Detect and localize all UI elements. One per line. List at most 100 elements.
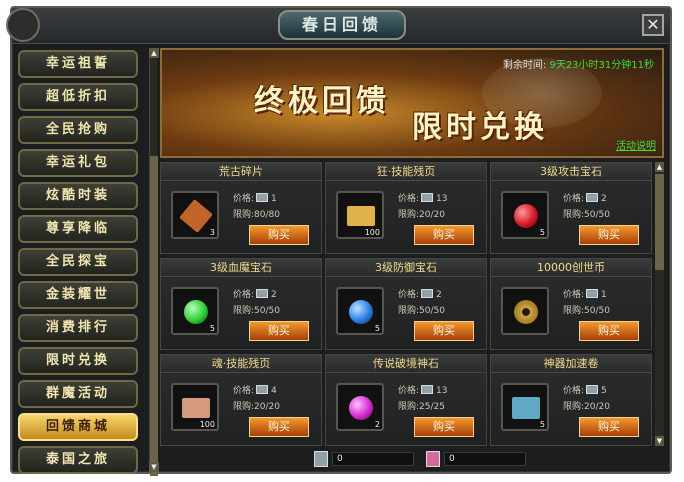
buy-button[interactable]: 购买 xyxy=(579,417,639,437)
ticket-icon xyxy=(421,193,434,202)
limit-label: 限购: xyxy=(563,210,585,220)
coin-icon xyxy=(514,300,538,324)
item-limit: 限购:25/25 xyxy=(398,399,445,412)
limit-value: 20/20 xyxy=(254,402,280,412)
item-slot[interactable] xyxy=(501,287,549,335)
buy-button[interactable]: 购买 xyxy=(249,321,309,341)
green-gem-icon xyxy=(184,300,208,324)
item-slot[interactable]: 5 xyxy=(336,287,384,335)
limit-value: 20/20 xyxy=(584,402,610,412)
sidebar-item-fashion[interactable]: 炫酷时装 xyxy=(18,182,138,210)
limit-value: 50/50 xyxy=(584,210,610,220)
scroll-up-arrow-icon[interactable]: ▲ xyxy=(655,162,664,172)
sidebar-item-thailand-trip[interactable]: 泰国之旅 xyxy=(18,446,138,474)
price-value: 2 xyxy=(436,290,442,300)
artifact-scroll-icon xyxy=(512,397,540,419)
shop-item-card: 传说破境神石 2 价格: 13 限购:25/25 购买 xyxy=(325,354,487,446)
sidebar-item-demon-event[interactable]: 群魔活动 xyxy=(18,380,138,408)
ticket-icon xyxy=(256,385,269,394)
limit-label: 限购: xyxy=(398,402,420,412)
shop-scrollbar[interactable]: ▲ ▼ xyxy=(655,162,664,446)
sidebar-item-lucky-oath[interactable]: 幸运祖誓 xyxy=(18,50,138,78)
price-value: 4 xyxy=(271,386,277,396)
sidebar-item-flash-sale[interactable]: 全民抢购 xyxy=(18,116,138,144)
item-price: 价格: 2 xyxy=(563,191,607,204)
ticket-icon xyxy=(586,385,599,394)
item-limit: 限购:50/50 xyxy=(563,207,610,220)
item-count: 3 xyxy=(209,228,215,237)
event-rules-link[interactable]: 活动说明 xyxy=(616,137,656,152)
limit-label: 限购: xyxy=(398,210,420,220)
item-slot[interactable]: 5 xyxy=(501,383,549,431)
close-button[interactable]: ✕ xyxy=(642,14,664,36)
buy-button[interactable]: 购买 xyxy=(414,417,474,437)
item-name: 荒古碎片 xyxy=(161,163,321,181)
item-limit: 限购:50/50 xyxy=(563,303,610,316)
price-label: 价格: xyxy=(233,290,255,300)
item-slot[interactable]: 2 xyxy=(336,383,384,431)
pink-ticket-icon xyxy=(426,451,440,467)
sidebar-scroll-thumb[interactable] xyxy=(150,156,158,476)
ticket-icon xyxy=(586,289,599,298)
ticket-icon xyxy=(586,193,599,202)
price-label: 价格: xyxy=(563,290,585,300)
skill-scroll-icon xyxy=(347,206,375,226)
ticket-icon xyxy=(256,193,269,202)
limit-value: 80/80 xyxy=(254,210,280,220)
shop-scroll-thumb[interactable] xyxy=(655,174,664,270)
buy-button[interactable]: 购买 xyxy=(579,225,639,245)
scroll-down-arrow-icon[interactable]: ▼ xyxy=(655,436,664,446)
price-value: 1 xyxy=(601,290,607,300)
scroll-down-arrow-icon[interactable]: ▼ xyxy=(149,462,159,472)
item-slot[interactable]: 5 xyxy=(171,287,219,335)
sidebar-item-reward-shop[interactable]: 回馈商城 xyxy=(18,413,138,441)
blue-gem-icon xyxy=(349,300,373,324)
sidebar-item-vip[interactable]: 尊享降临 xyxy=(18,215,138,243)
item-name: 神器加速卷 xyxy=(491,355,651,373)
ticket-balance: 0 xyxy=(332,452,414,466)
sidebar-item-spend-rank[interactable]: 消费排行 xyxy=(18,314,138,342)
price-label: 价格: xyxy=(563,194,585,204)
sidebar-scrollbar[interactable]: ▲ ▼ xyxy=(149,48,159,476)
item-slot[interactable]: 5 xyxy=(501,191,549,239)
scroll-up-arrow-icon[interactable]: ▲ xyxy=(149,48,159,58)
countdown-timer: 剩余时间: 9天23小时31分钟11秒 xyxy=(503,56,654,71)
price-label: 价格: xyxy=(398,290,420,300)
buy-button[interactable]: 购买 xyxy=(249,225,309,245)
item-name: 3级血魔宝石 xyxy=(161,259,321,277)
item-name: 传说破境神石 xyxy=(326,355,486,373)
item-price: 价格: 2 xyxy=(398,287,442,300)
buy-button[interactable]: 购买 xyxy=(414,321,474,341)
event-banner: 终极回馈 限时兑换 剩余时间: 9天23小时31分钟11秒 活动说明 xyxy=(160,48,664,158)
item-limit: 限购:20/20 xyxy=(563,399,610,412)
item-count: 5 xyxy=(539,228,545,237)
red-gem-icon xyxy=(514,204,538,228)
item-limit: 限购:20/20 xyxy=(398,207,445,220)
buy-button[interactable]: 购买 xyxy=(414,225,474,245)
sidebar-item-super-discount[interactable]: 超低折扣 xyxy=(18,83,138,111)
buy-button[interactable]: 购买 xyxy=(579,321,639,341)
limit-value: 50/50 xyxy=(419,306,445,316)
timer-value: 9天23小时31分钟11秒 xyxy=(549,60,654,71)
sidebar-item-lucky-pack[interactable]: 幸运礼包 xyxy=(18,149,138,177)
price-label: 价格: xyxy=(233,386,255,396)
item-slot[interactable]: 100 xyxy=(171,383,219,431)
price-value: 13 xyxy=(436,386,448,396)
currency-bar: 0 0 xyxy=(160,448,664,472)
banner-title-ultimate-reward: 终极回馈 xyxy=(254,84,390,119)
sidebar-item-limited-exchange[interactable]: 限时兑换 xyxy=(18,347,138,375)
ticket-icon xyxy=(421,385,434,394)
item-slot[interactable]: 3 xyxy=(171,191,219,239)
item-slot[interactable]: 100 xyxy=(336,191,384,239)
sidebar-item-treasure[interactable]: 全民探宝 xyxy=(18,248,138,276)
title-bar: 春日回馈 ✕ xyxy=(6,8,670,44)
item-count: 100 xyxy=(199,420,215,429)
item-price: 价格: 5 xyxy=(563,383,607,396)
buy-button[interactable]: 购买 xyxy=(249,417,309,437)
sidebar: 幸运祖誓 超低折扣 全民抢购 幸运礼包 炫酷时装 尊享降临 全民探宝 金装耀世 … xyxy=(18,48,148,474)
sidebar-item-gold-gear[interactable]: 金装耀世 xyxy=(18,281,138,309)
window-title: 春日回馈 xyxy=(278,10,406,40)
item-price: 价格: 4 xyxy=(233,383,277,396)
shop-item-card: 魂·技能残页 100 价格: 4 限购:20/20 购买 xyxy=(160,354,322,446)
item-count: 5 xyxy=(539,420,545,429)
